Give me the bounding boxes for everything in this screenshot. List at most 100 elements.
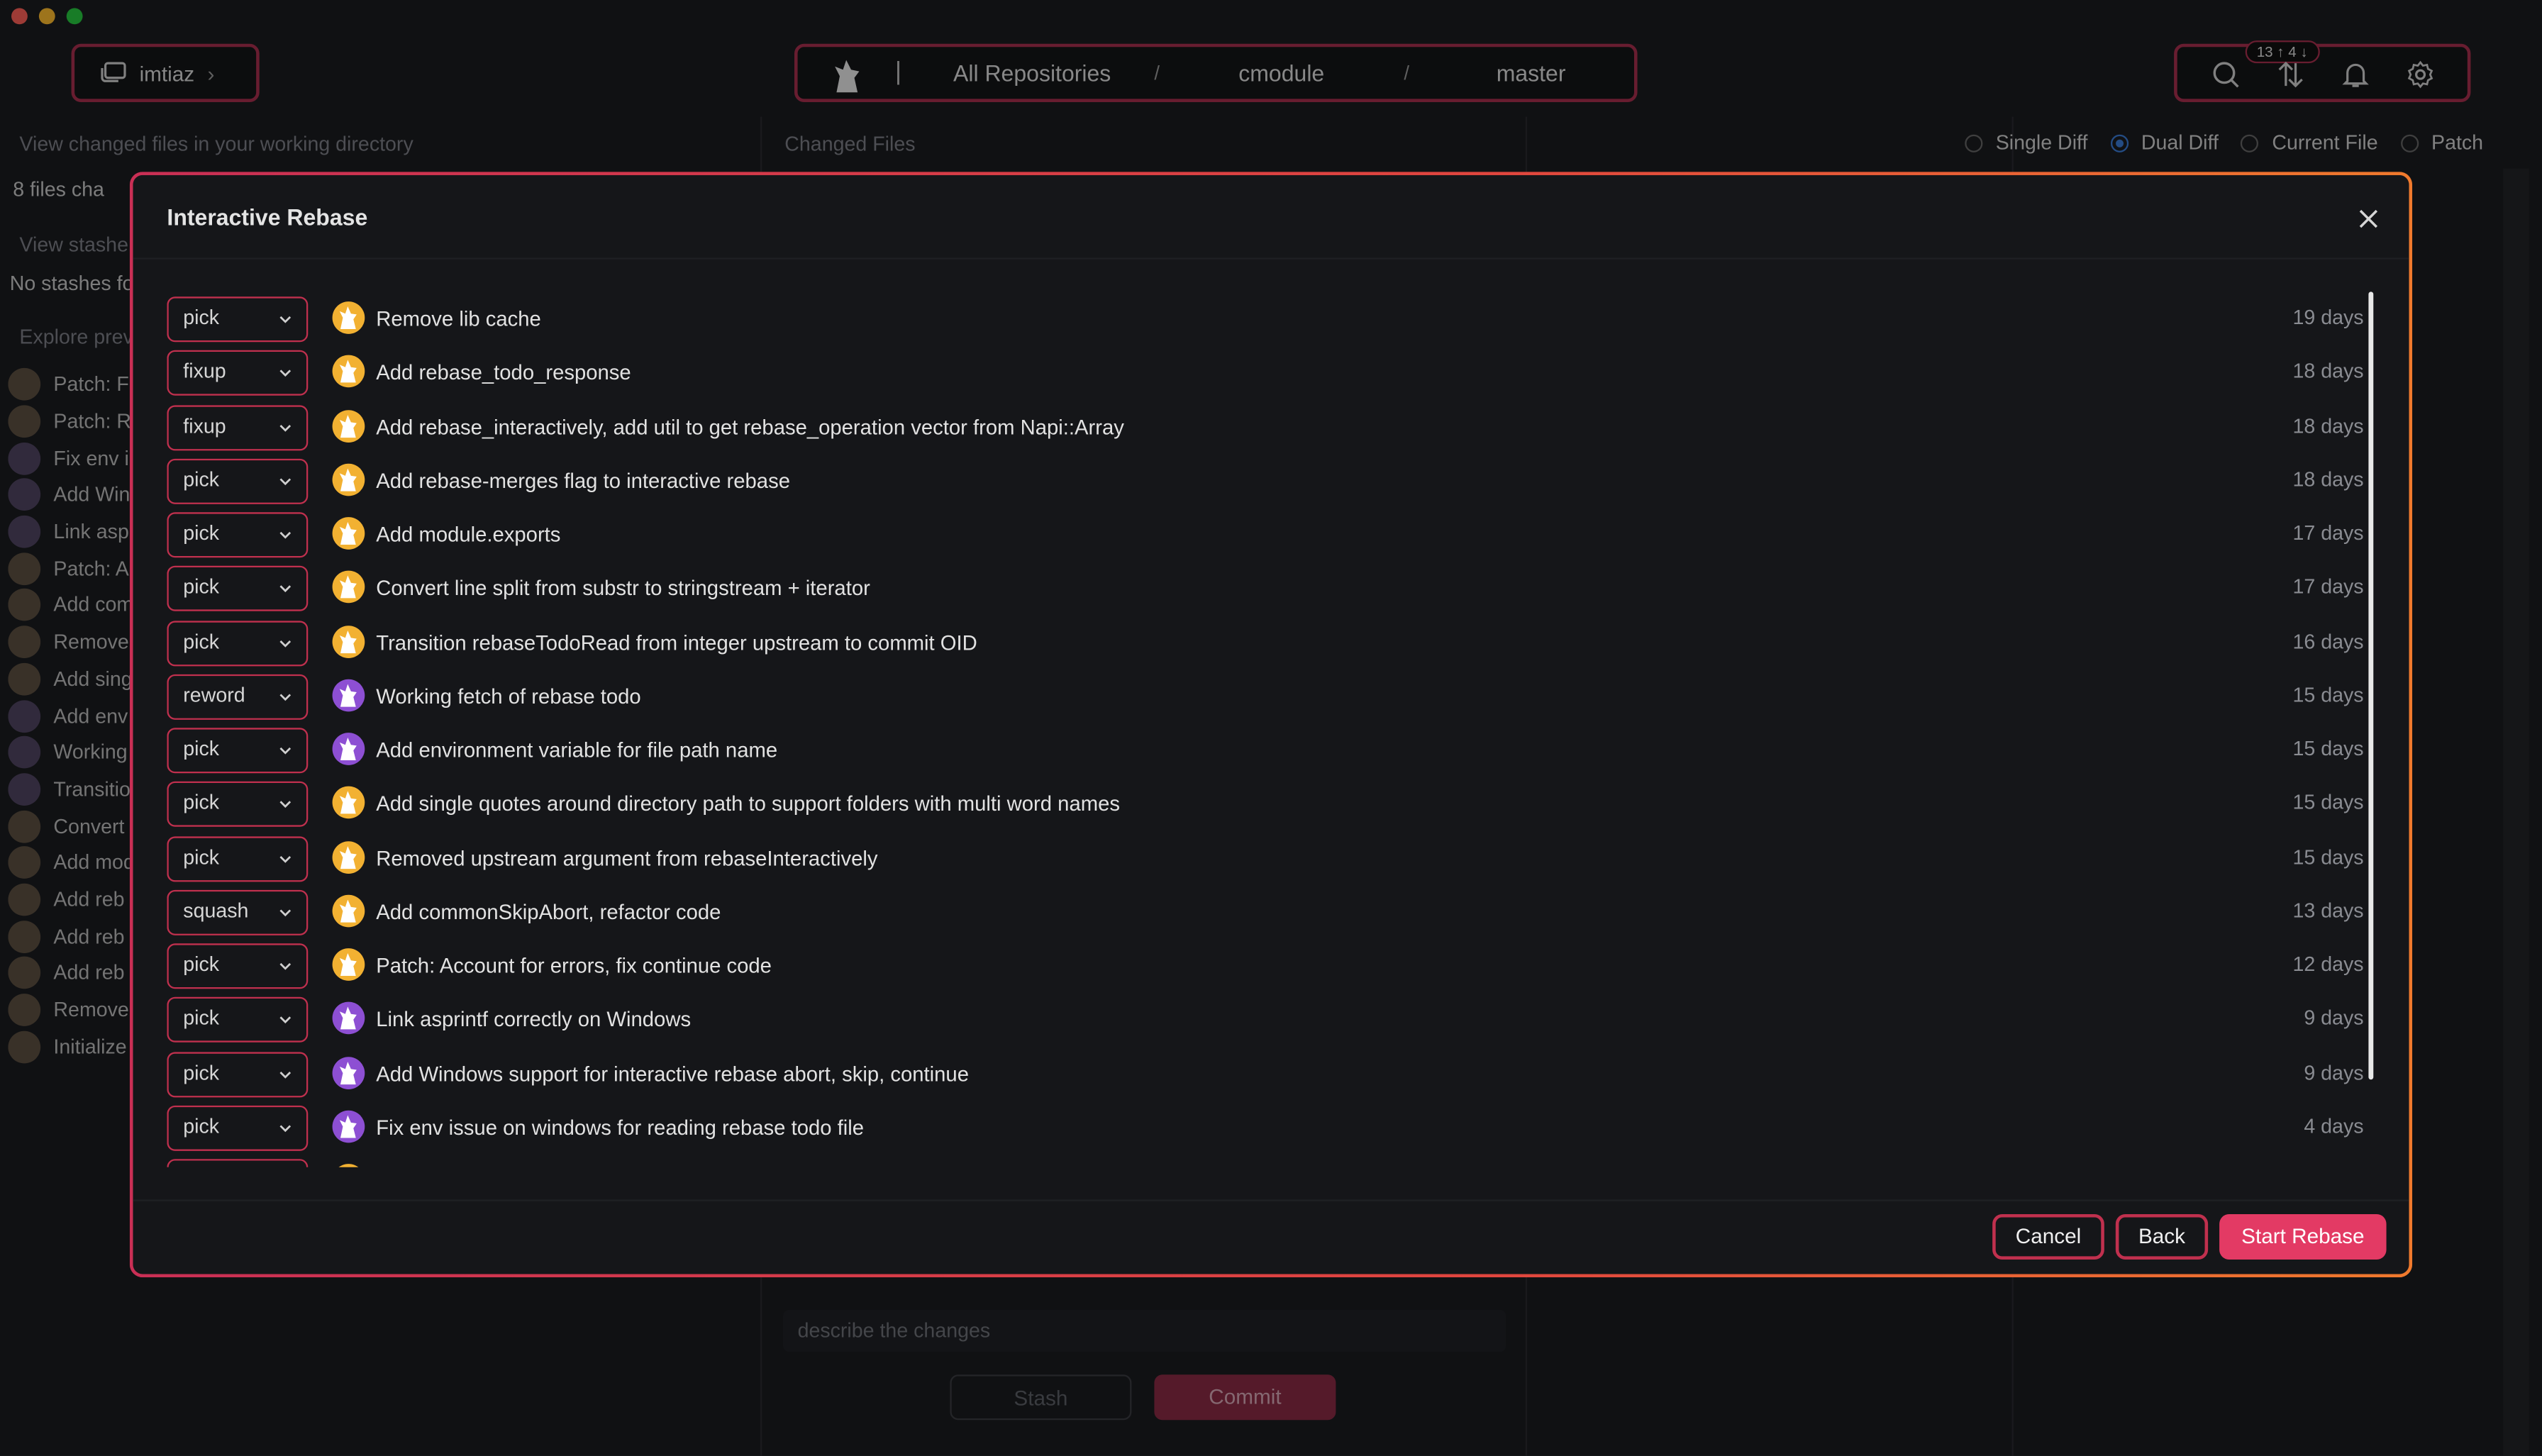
rebase-action-select[interactable]: fixup (167, 350, 309, 396)
divider (133, 257, 2409, 260)
start-rebase-button[interactable]: Start Rebase (2219, 1213, 2387, 1260)
rebase-action-value: pick (183, 1006, 220, 1030)
rebase-action-value: squash (183, 899, 249, 922)
chevron-down-icon (279, 369, 292, 377)
commit-message: Transition rebaseTodoRead from integer u… (376, 629, 977, 655)
rebase-action-select[interactable]: pick (167, 296, 309, 343)
cancel-button[interactable]: Cancel (1992, 1213, 2104, 1260)
chevron-down-icon (279, 693, 292, 701)
back-button[interactable]: Back (2115, 1213, 2209, 1260)
rebase-action-value: reword (183, 683, 245, 706)
rebase-action-value: pick (183, 306, 220, 329)
commit-message: Add environment variable for file path n… (376, 737, 778, 762)
commit-age: 4 days (2304, 1114, 2364, 1138)
list-scrollbar[interactable] (2368, 291, 2374, 1080)
commit-message: Add module.exports (376, 521, 561, 547)
chevron-down-icon (279, 585, 292, 593)
author-avatar (332, 679, 365, 711)
rebase-action-select[interactable]: pick (167, 728, 309, 774)
rebase-action-select[interactable]: pick (167, 943, 309, 989)
close-icon[interactable] (2357, 208, 2380, 230)
author-avatar (332, 1056, 365, 1089)
commit-age: 15 days (2292, 737, 2364, 760)
chevron-down-icon (279, 1124, 292, 1132)
chevron-down-icon (279, 1070, 292, 1078)
rebase-action-value: pick (183, 575, 220, 599)
commit-age: 9 days (2304, 1060, 2364, 1084)
commit-message: Add rebase_interactively, add util to ge… (376, 413, 1124, 439)
commit-age: 12 days (2292, 952, 2364, 976)
rebase-action-select[interactable]: pick (167, 566, 309, 612)
rebase-action-select[interactable]: reword (167, 674, 309, 720)
dialog-title: Interactive Rebase (167, 204, 368, 230)
commit-age: 9 days (2304, 1006, 2364, 1030)
author-avatar (332, 787, 365, 819)
author-avatar (332, 840, 365, 873)
commit-message: Add Windows support for interactive reba… (376, 1060, 969, 1086)
rebase-commit-row: squash Add commonSkipAbort, refactor code… (167, 888, 2367, 942)
chevron-down-icon (279, 747, 292, 755)
rebase-commit-row: pick Transition rebaseTodoRead from integ… (167, 618, 2367, 672)
rebase-action-select[interactable]: pick (167, 782, 309, 828)
commit-age: 17 days (2292, 521, 2364, 545)
rebase-action-select[interactable]: pick (167, 1105, 309, 1151)
commit-age: 18 days (2292, 360, 2364, 383)
rebase-commit-row: reword Working fetch of rebase todo 15 day… (167, 672, 2367, 726)
rebase-action-value: pick (183, 737, 220, 760)
commit-age: 16 days (2292, 629, 2364, 652)
rebase-action-select[interactable]: pick (167, 458, 309, 504)
rebase-commit-row: pick Add environment variable for file pa… (167, 726, 2367, 780)
rebase-action-value: pick (183, 1060, 220, 1084)
rebase-action-select[interactable]: pick (167, 835, 309, 882)
rebase-commit-row: pick Remove lib cache 19 days (167, 295, 2367, 349)
rebase-commit-row: fixup Add rebase_todo_response 18 days (167, 349, 2367, 403)
interactive-rebase-dialog: Interactive Rebase pick Remove lib cache 1… (130, 172, 2412, 1277)
commit-age: 15 days (2292, 845, 2364, 868)
rebase-commit-row: fixup Add rebase_interactively, add util … (167, 403, 2367, 457)
author-avatar (332, 409, 365, 442)
rebase-action-select[interactable]: squash (167, 889, 309, 935)
commit-message: Working fetch of rebase todo (376, 683, 641, 708)
rebase-action-value: pick (183, 1114, 220, 1138)
commit-message: Patch: Account for errors, fix continue … (376, 952, 772, 978)
rebase-commit-row: pick Convert line split from substr to st… (167, 565, 2367, 618)
commit-message: Add single quotes around directory path … (376, 791, 1120, 816)
commit-age: 18 days (2292, 413, 2364, 437)
chevron-down-icon (279, 316, 292, 323)
rebase-action-value: fixup (183, 360, 226, 383)
rebase-action-value: pick (183, 521, 220, 545)
commit-message: Add rebase-merges flag to interactive re… (376, 467, 790, 493)
author-avatar (332, 733, 365, 765)
commit-age: 19 days (2292, 306, 2364, 329)
author-avatar (332, 1002, 365, 1035)
rebase-commit-row: pick Fix env issue on windows for reading… (167, 1104, 2367, 1157)
rebase-action-value: pick (183, 952, 220, 976)
commit-message: Removed upstream argument from rebaseInt… (376, 845, 878, 870)
rebase-action-value: fixup (183, 413, 226, 437)
author-avatar (332, 625, 365, 657)
divider (133, 1199, 2409, 1201)
chevron-down-icon (279, 1016, 292, 1024)
commit-age: 13 days (2292, 899, 2364, 922)
chevron-down-icon (279, 639, 292, 647)
author-avatar (332, 1110, 365, 1143)
rebase-action-value: pick (183, 791, 220, 814)
rebase-commit-row-partial (167, 1157, 2367, 1167)
commit-message: Fix env issue on windows for reading reb… (376, 1114, 865, 1140)
rebase-commit-row: pick Patch: Account for errors, fix conti… (167, 942, 2367, 996)
rebase-commit-row: pick Add Windows support for interactive … (167, 1050, 2367, 1104)
rebase-commit-row: pick Add single quotes around directory p… (167, 780, 2367, 834)
rebase-action-value: pick (183, 845, 220, 868)
author-avatar (332, 517, 365, 550)
rebase-commit-row: pick Add rebase-merges flag to interactiv… (167, 457, 2367, 511)
rebase-action-select[interactable]: pick (167, 997, 309, 1043)
rebase-action-select[interactable]: fixup (167, 404, 309, 450)
rebase-action-select[interactable] (167, 1159, 309, 1167)
rebase-action-select[interactable]: pick (167, 1051, 309, 1097)
author-avatar (332, 1164, 365, 1167)
rebase-action-select[interactable]: pick (167, 512, 309, 558)
commit-age: 15 days (2292, 791, 2364, 814)
commit-message: Add commonSkipAbort, refactor code (376, 899, 721, 924)
rebase-action-select[interactable]: pick (167, 620, 309, 666)
commit-age: 17 days (2292, 575, 2364, 599)
